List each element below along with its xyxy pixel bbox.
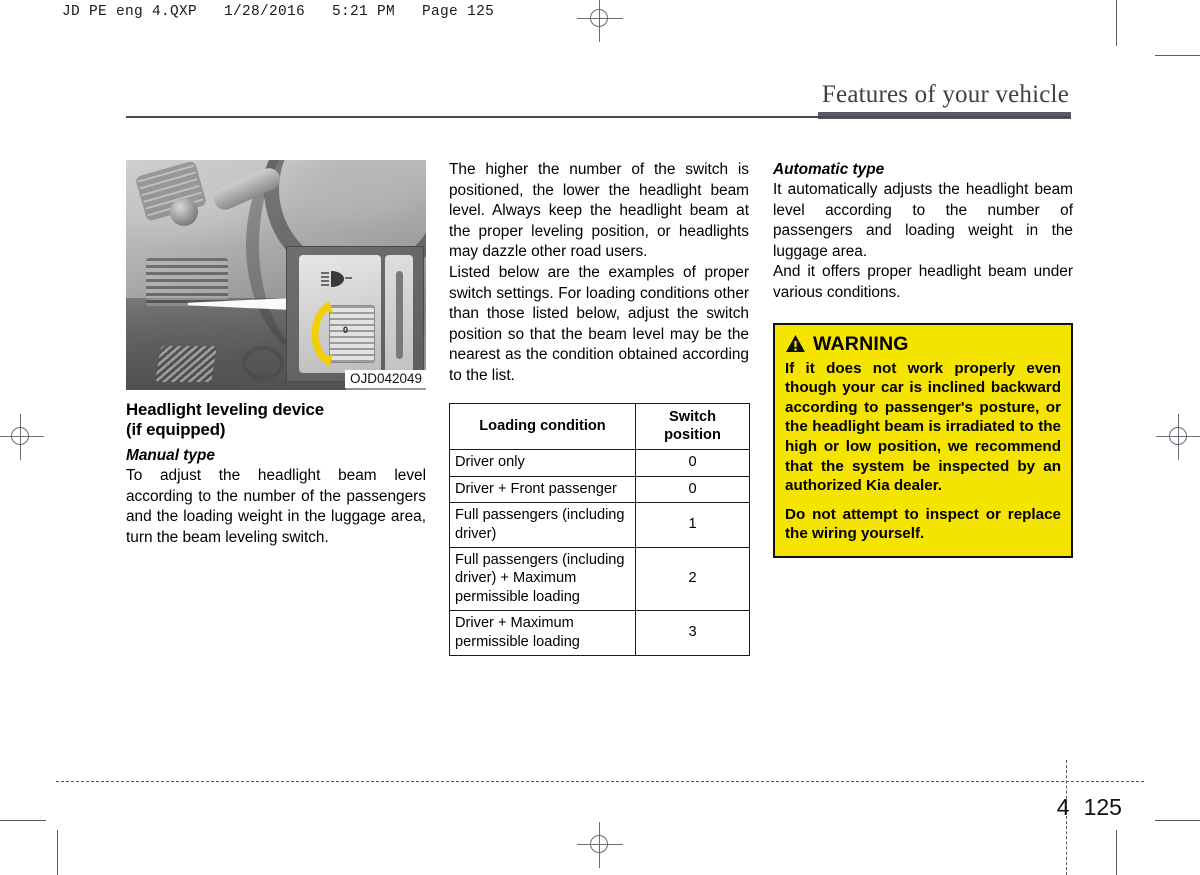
crop-mark-bottom-right-vertical	[1116, 830, 1117, 875]
table-cell-condition: Full passengers (including driver)	[449, 502, 636, 548]
folio-chapter-number: 4	[1056, 794, 1070, 820]
floor-detail-shape	[242, 346, 284, 380]
headlight-leveling-icon	[321, 271, 352, 287]
middle-column: The higher the number of the switch is p…	[449, 160, 750, 656]
left-column: 0 OJD042049 Headlight leveling device (i…	[126, 160, 426, 548]
table-row: Full passengers (including driver) + Max…	[449, 546, 750, 612]
car-interior-photo: 0	[126, 160, 426, 390]
table-header-row: Loading condition Switch position	[449, 402, 750, 451]
switch-level-paragraph: The higher the number of the switch is p…	[449, 161, 749, 261]
crop-mark-bottom-right-horizontal	[1155, 820, 1200, 821]
registration-ring	[11, 427, 29, 445]
table-row: Driver + Maximum permissible loading 3	[449, 610, 750, 656]
warning-triangle-icon	[786, 335, 805, 353]
registration-vline	[599, 822, 600, 868]
pedal-shape	[155, 346, 217, 382]
registration-mark-bottom-center	[577, 822, 623, 868]
page-title: Features of your vehicle	[821, 81, 1069, 108]
registration-hline	[1156, 436, 1200, 437]
automatic-type-subheading: Automatic type	[773, 161, 885, 178]
table-row: Driver + Front passenger 0	[449, 475, 750, 504]
switch-dial-indicator: 0	[343, 325, 349, 335]
table-cell-position: 3	[635, 610, 750, 656]
table-cell-position: 1	[635, 502, 750, 548]
folio-page-number: 125	[1083, 794, 1122, 820]
crop-mark-bottom-left-vertical	[57, 830, 58, 875]
crop-mark-bottom-left-horizontal	[0, 820, 46, 821]
registration-mark-left-middle	[0, 414, 44, 460]
table-cell-condition: Driver + Front passenger	[449, 475, 636, 504]
automatic-type-paragraph-2: And it offers proper headlight beam unde…	[773, 263, 1073, 301]
registration-mark-top-center	[577, 0, 623, 42]
warning-label: WARNING	[813, 332, 909, 355]
registration-hline	[577, 844, 623, 845]
rotation-arrow-icon	[311, 301, 333, 367]
table-header-loading-condition: Loading condition	[449, 402, 636, 451]
warning-header: WARNING	[785, 334, 1061, 354]
prepress-slug-line: JD PE eng 4.QXP 1/28/2016 5:21 PM Page 1…	[62, 4, 495, 20]
table-cell-position: 0	[635, 475, 750, 504]
registration-ring	[590, 835, 608, 853]
fold-line-bottom	[56, 781, 1144, 782]
table-cell-position: 2	[635, 546, 750, 612]
loading-condition-table: Loading condition Switch position Driver…	[449, 402, 750, 656]
table-cell-position: 0	[635, 449, 750, 477]
switch-settings-paragraph: Listed below are the examples of proper …	[449, 263, 749, 384]
section-heading-line1: Headlight leveling device	[126, 400, 325, 419]
section-heading-line2: (if equipped)	[126, 420, 226, 439]
section-heading: Headlight leveling device (if equipped)	[126, 400, 426, 440]
manual-type-paragraph: To adjust the headlight beam level accor…	[126, 467, 426, 546]
registration-vline	[1178, 414, 1179, 460]
table-header-switch-position: Switch position	[635, 402, 750, 451]
manual-type-subheading: Manual type	[126, 447, 215, 464]
table-cell-condition: Driver only	[449, 449, 636, 477]
registration-hline	[0, 436, 44, 437]
automatic-type-paragraph-1: It automatically adjusts the headlight b…	[773, 181, 1073, 260]
figure-caption: OJD042049	[344, 370, 426, 388]
table-row: Driver only 0	[449, 449, 750, 477]
header-rule-thin	[126, 116, 1071, 118]
table-cell-condition: Full passengers (including driver) + Max…	[449, 546, 636, 612]
dashboard-knob	[170, 198, 198, 226]
switch-callout-panel: 0	[286, 246, 424, 382]
table-cell-condition: Driver + Maximum permissible loading	[449, 610, 636, 656]
registration-hline	[577, 18, 623, 19]
crop-mark-top-right-horizontal	[1155, 55, 1200, 56]
registration-vline	[20, 414, 21, 460]
warning-paragraph-1: If it does not work properly even though…	[785, 359, 1061, 495]
registration-ring	[1169, 427, 1187, 445]
fuse-panel-grille	[146, 258, 228, 306]
crop-mark-top-right-vertical	[1116, 0, 1117, 46]
folio: 4 125	[1044, 767, 1122, 821]
headlight-leveling-switch-figure: 0 OJD042049	[126, 160, 426, 390]
table-row: Full passengers (including driver) 1	[449, 502, 750, 548]
registration-mark-right-middle	[1156, 414, 1200, 460]
warning-box: WARNING If it does not work properly eve…	[773, 322, 1073, 558]
registration-vline	[599, 0, 600, 42]
switch-side-slot	[396, 271, 403, 359]
warning-paragraph-2: Do not attempt to inspect or replace the…	[785, 505, 1061, 543]
right-column: Automatic type It automatically adjusts …	[773, 160, 1073, 558]
registration-ring	[590, 9, 608, 27]
